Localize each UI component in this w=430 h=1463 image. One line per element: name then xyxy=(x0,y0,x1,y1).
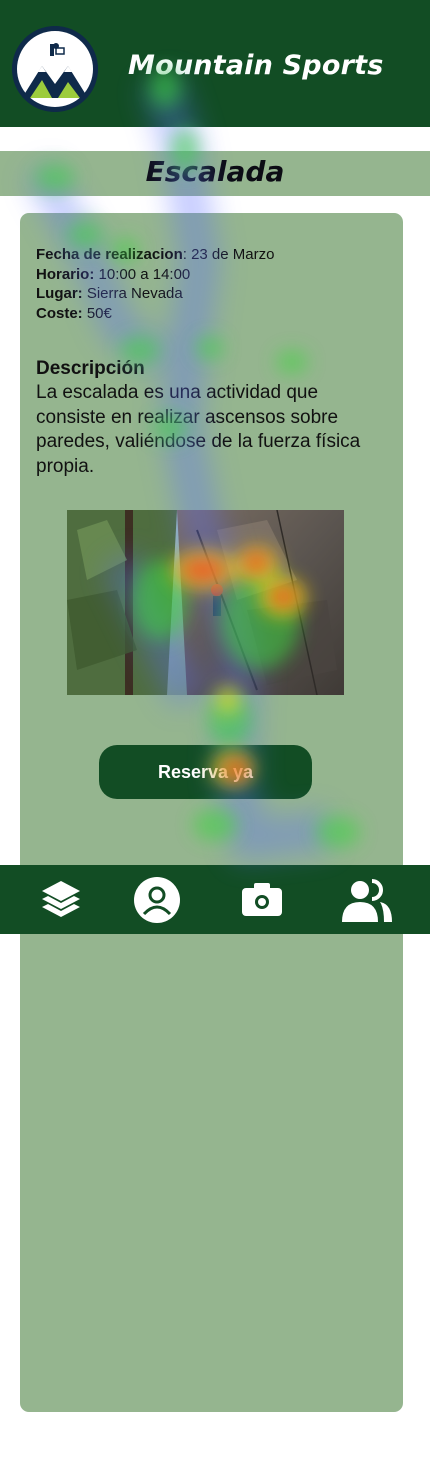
date-value: : 23 de Marzo xyxy=(182,246,275,263)
place-row: Lugar: Sierra Nevada xyxy=(36,284,274,304)
page-title: Escalada xyxy=(145,155,285,188)
date-row: Fecha de realizacion: 23 de Marzo xyxy=(36,245,274,265)
app-header: Mountain Sports xyxy=(0,0,430,127)
group-icon xyxy=(342,878,392,922)
nav-group-button[interactable] xyxy=(340,865,394,934)
nav-camera-button[interactable] xyxy=(240,865,284,934)
place-label: Lugar: xyxy=(36,285,83,302)
cost-row: Coste: 50€ xyxy=(36,304,274,324)
activity-details: Fecha de realizacion: 23 de Marzo Horari… xyxy=(36,245,274,323)
layers-icon xyxy=(42,880,80,917)
cost-label: Coste: xyxy=(36,304,83,322)
time-row: Horario: 10:00 a 14:00 xyxy=(36,265,274,285)
app-title: Mountain Sports xyxy=(128,50,384,81)
profile-icon xyxy=(134,876,180,923)
camera-icon xyxy=(242,882,282,916)
place-value: Sierra Nevada xyxy=(82,285,183,302)
nav-layers-button[interactable] xyxy=(37,865,85,934)
climbing-photo xyxy=(67,510,344,695)
mountain-logo-icon[interactable] xyxy=(12,26,98,112)
bottom-nav xyxy=(0,865,430,934)
time-value: 10:00 a 14:00 xyxy=(94,265,191,283)
nav-profile-button[interactable] xyxy=(132,865,182,934)
date-label: Fecha de realizacion xyxy=(36,246,183,263)
description-text: La escalada es una actividad que consist… xyxy=(36,382,361,477)
time-label: Horario: xyxy=(36,265,95,283)
cost-value: 50€ xyxy=(82,304,112,322)
description-title: Descripción xyxy=(36,358,145,379)
reserve-button[interactable]: Reserva ya xyxy=(99,745,312,799)
